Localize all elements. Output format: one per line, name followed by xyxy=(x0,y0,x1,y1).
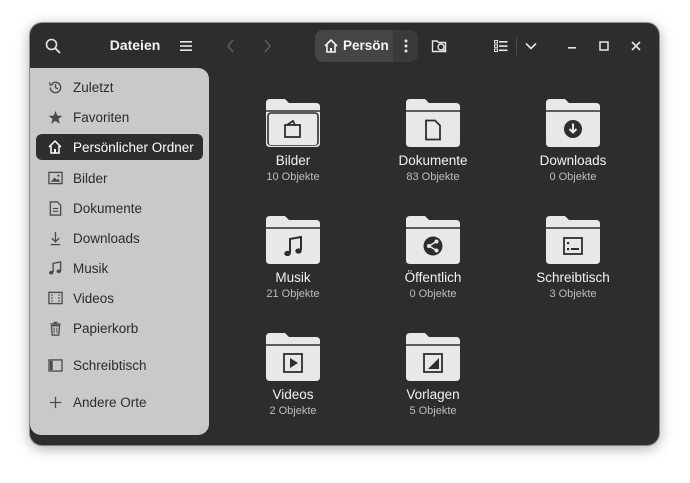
sidebar-item-papierkorb[interactable]: Papierkorb xyxy=(36,315,203,341)
document-icon xyxy=(47,200,63,216)
path-bar: Persön xyxy=(315,30,418,62)
file-manager-window: Dateien Persön Zuletzt Favoriten Persönl… xyxy=(30,23,659,445)
sidebar-item-downloads[interactable]: Downloads xyxy=(36,225,203,251)
download-icon xyxy=(47,230,63,246)
minimize-button[interactable] xyxy=(561,35,583,57)
trash-icon xyxy=(47,320,63,336)
folder-count: 2 Objekte xyxy=(269,405,317,417)
image-icon xyxy=(283,119,303,145)
folder-count: 5 Objekte xyxy=(409,405,457,417)
video-icon xyxy=(47,290,63,306)
folder-name: Öffentlich xyxy=(404,270,462,285)
maximize-button[interactable] xyxy=(593,35,615,57)
sidebar: Zuletzt Favoriten Persönlicher Ordner Bi… xyxy=(30,68,209,435)
view-options-button[interactable] xyxy=(520,35,542,57)
folder-count: 83 Objekte xyxy=(406,171,460,183)
sidebar-item-label: Dokumente xyxy=(73,200,143,216)
list-view-icon xyxy=(494,40,508,52)
folder-name: Downloads xyxy=(539,153,607,168)
sidebar-item-label: Musik xyxy=(73,260,109,276)
folder-name: Vorlagen xyxy=(406,387,460,402)
sidebar-item-label: Andere Orte xyxy=(73,394,147,410)
sidebar-item-musik[interactable]: Musik xyxy=(36,255,203,281)
folder-count: 10 Objekte xyxy=(266,171,320,183)
sidebar-item-schreibtisch[interactable]: Schreibtisch xyxy=(36,352,203,378)
folder-name: Schreibtisch xyxy=(536,270,610,285)
sidebar-item-label: Downloads xyxy=(73,230,140,246)
sidebar-item-favoriten[interactable]: Favoriten xyxy=(36,104,203,130)
folder-count: 21 Objekte xyxy=(266,288,320,300)
hamburger-icon xyxy=(180,41,192,51)
folder-item-dokumente[interactable]: Dokumente 83 Objekte xyxy=(373,97,493,205)
sidebar-item-label: Videos xyxy=(73,290,115,306)
folder-item-musik[interactable]: Musik 21 Objekte xyxy=(233,214,353,322)
main-menu-button[interactable] xyxy=(175,35,197,57)
forward-button[interactable] xyxy=(256,35,278,57)
close-button[interactable] xyxy=(625,35,647,57)
sidebar-item-persoenlicher-ordner[interactable]: Persönlicher Ordner xyxy=(36,134,203,160)
sidebar-item-label: Zuletzt xyxy=(73,79,114,95)
sidebar-item-label: Schreibtisch xyxy=(73,357,147,373)
plus-icon xyxy=(47,394,63,410)
chevron-left-icon xyxy=(226,39,234,53)
folder-item-oeffentlich[interactable]: Öffentlich 0 Objekte xyxy=(373,214,493,322)
search-icon xyxy=(45,38,61,54)
folder-item-bilder[interactable]: Bilder 10 Objekte xyxy=(233,97,353,205)
download-icon xyxy=(563,119,583,144)
folder-name: Dokumente xyxy=(398,153,468,168)
path-crumb-label: Persön xyxy=(343,38,389,53)
sidebar-item-andere-orte[interactable]: Andere Orte xyxy=(36,389,203,415)
view-list-button[interactable] xyxy=(490,35,512,57)
sidebar-item-label: Bilder xyxy=(73,170,108,186)
path-menu-button[interactable] xyxy=(395,35,417,57)
folder-name: Bilder xyxy=(275,153,311,168)
folder-count: 0 Objekte xyxy=(409,288,457,300)
path-crumb-home[interactable]: Persön xyxy=(315,30,393,62)
search-button[interactable] xyxy=(42,35,64,57)
toolbar-separator xyxy=(516,37,517,55)
desktop-icon xyxy=(47,357,63,373)
folder-item-videos[interactable]: Videos 2 Objekte xyxy=(233,331,353,439)
sidebar-item-zuletzt[interactable]: Zuletzt xyxy=(36,74,203,100)
share-icon xyxy=(423,236,443,261)
clock-icon xyxy=(47,79,63,95)
star-icon xyxy=(47,109,63,125)
folder-count: 0 Objekte xyxy=(549,171,597,183)
folder-count: 3 Objekte xyxy=(549,288,597,300)
sidebar-item-videos[interactable]: Videos xyxy=(36,285,203,311)
sidebar-item-bilder[interactable]: Bilder xyxy=(36,165,203,191)
folder-item-downloads[interactable]: Downloads 0 Objekte xyxy=(513,97,633,205)
folder-name: Musik xyxy=(275,270,311,285)
image-icon xyxy=(47,170,63,186)
home-icon xyxy=(47,139,63,155)
music-icon xyxy=(47,260,63,276)
app-title: Dateien xyxy=(109,37,161,53)
document-icon xyxy=(424,119,442,146)
search-folder-icon xyxy=(431,40,447,53)
sidebar-item-dokumente[interactable]: Dokumente xyxy=(36,195,203,221)
chevron-right-icon xyxy=(264,39,272,53)
sidebar-item-label: Favoriten xyxy=(73,109,130,125)
folder-item-schreibtisch[interactable]: Schreibtisch 3 Objekte xyxy=(513,214,633,322)
template-icon xyxy=(423,353,443,378)
maximize-icon xyxy=(599,41,609,51)
minimize-icon xyxy=(568,47,576,49)
folder-item-vorlagen[interactable]: Vorlagen 5 Objekte xyxy=(373,331,493,439)
desktop-icon xyxy=(563,237,583,260)
chevron-down-icon xyxy=(525,42,537,50)
close-icon xyxy=(631,41,641,51)
sidebar-item-label: Papierkorb xyxy=(73,320,139,336)
home-icon xyxy=(323,38,339,59)
folder-name: Videos xyxy=(272,387,314,402)
play-icon xyxy=(283,353,303,378)
back-button[interactable] xyxy=(220,35,242,57)
search-location-button[interactable] xyxy=(429,35,451,57)
music-icon xyxy=(283,235,303,263)
sidebar-item-label: Persönlicher Ordner xyxy=(73,139,194,155)
vertical-dots-icon xyxy=(404,39,408,53)
